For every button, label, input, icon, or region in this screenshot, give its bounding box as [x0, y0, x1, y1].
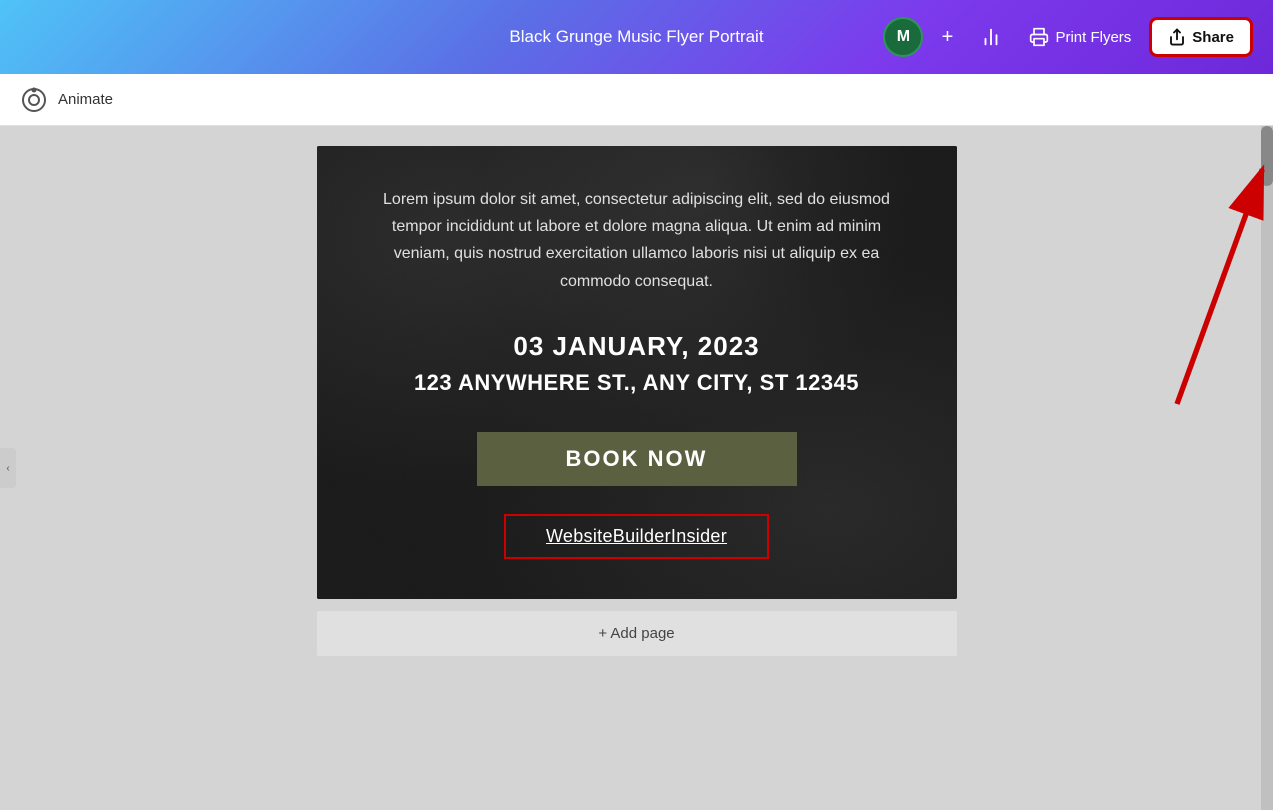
- chevron-left-icon: ‹: [6, 463, 9, 474]
- book-now-button[interactable]: BOOK NOW: [477, 432, 797, 486]
- flyer-content: Lorem ipsum dolor sit amet, consectetur …: [317, 146, 957, 599]
- animate-label[interactable]: Animate: [58, 91, 113, 108]
- lorem-text: Lorem ipsum dolor sit amet, consectetur …: [377, 186, 897, 295]
- animate-icon: [20, 86, 48, 114]
- annotation-arrow: [953, 126, 1273, 436]
- event-address: 123 ANYWHERE ST., ANY CITY, ST 12345: [377, 370, 897, 396]
- website-link-box[interactable]: WebsiteBuilderInsider: [504, 514, 769, 559]
- print-icon: [1029, 27, 1049, 47]
- canvas-area: ‹ Lorem ipsum dolor sit amet, consectetu…: [0, 126, 1273, 810]
- add-page-label: + Add page: [598, 625, 674, 642]
- animate-circle-icon: [21, 87, 47, 113]
- website-link[interactable]: WebsiteBuilderInsider: [546, 526, 727, 546]
- flyer-canvas: Lorem ipsum dolor sit amet, consectetur …: [317, 146, 957, 599]
- print-flyers-button[interactable]: Print Flyers: [1019, 21, 1141, 53]
- animate-toolbar: Animate: [0, 74, 1273, 126]
- header-actions: M + Print Flyers Share: [883, 17, 1253, 57]
- add-button[interactable]: +: [931, 21, 963, 53]
- header-bar: Black Grunge Music Flyer Portrait M + Pr…: [0, 0, 1273, 74]
- event-date: 03 JANUARY, 2023: [377, 331, 897, 362]
- share-icon: [1168, 28, 1186, 46]
- panel-toggle[interactable]: ‹: [0, 448, 16, 488]
- share-label: Share: [1192, 29, 1234, 46]
- print-flyers-label: Print Flyers: [1055, 29, 1131, 46]
- scrollbar-thumb[interactable]: [1261, 126, 1273, 186]
- document-title: Black Grunge Music Flyer Portrait: [509, 27, 763, 47]
- analytics-button[interactable]: [971, 17, 1011, 57]
- bar-chart-icon: [980, 26, 1002, 48]
- share-button[interactable]: Share: [1149, 17, 1253, 57]
- add-page-bar[interactable]: + Add page: [317, 611, 957, 656]
- scrollbar[interactable]: [1261, 126, 1273, 810]
- user-avatar[interactable]: M: [883, 17, 923, 57]
